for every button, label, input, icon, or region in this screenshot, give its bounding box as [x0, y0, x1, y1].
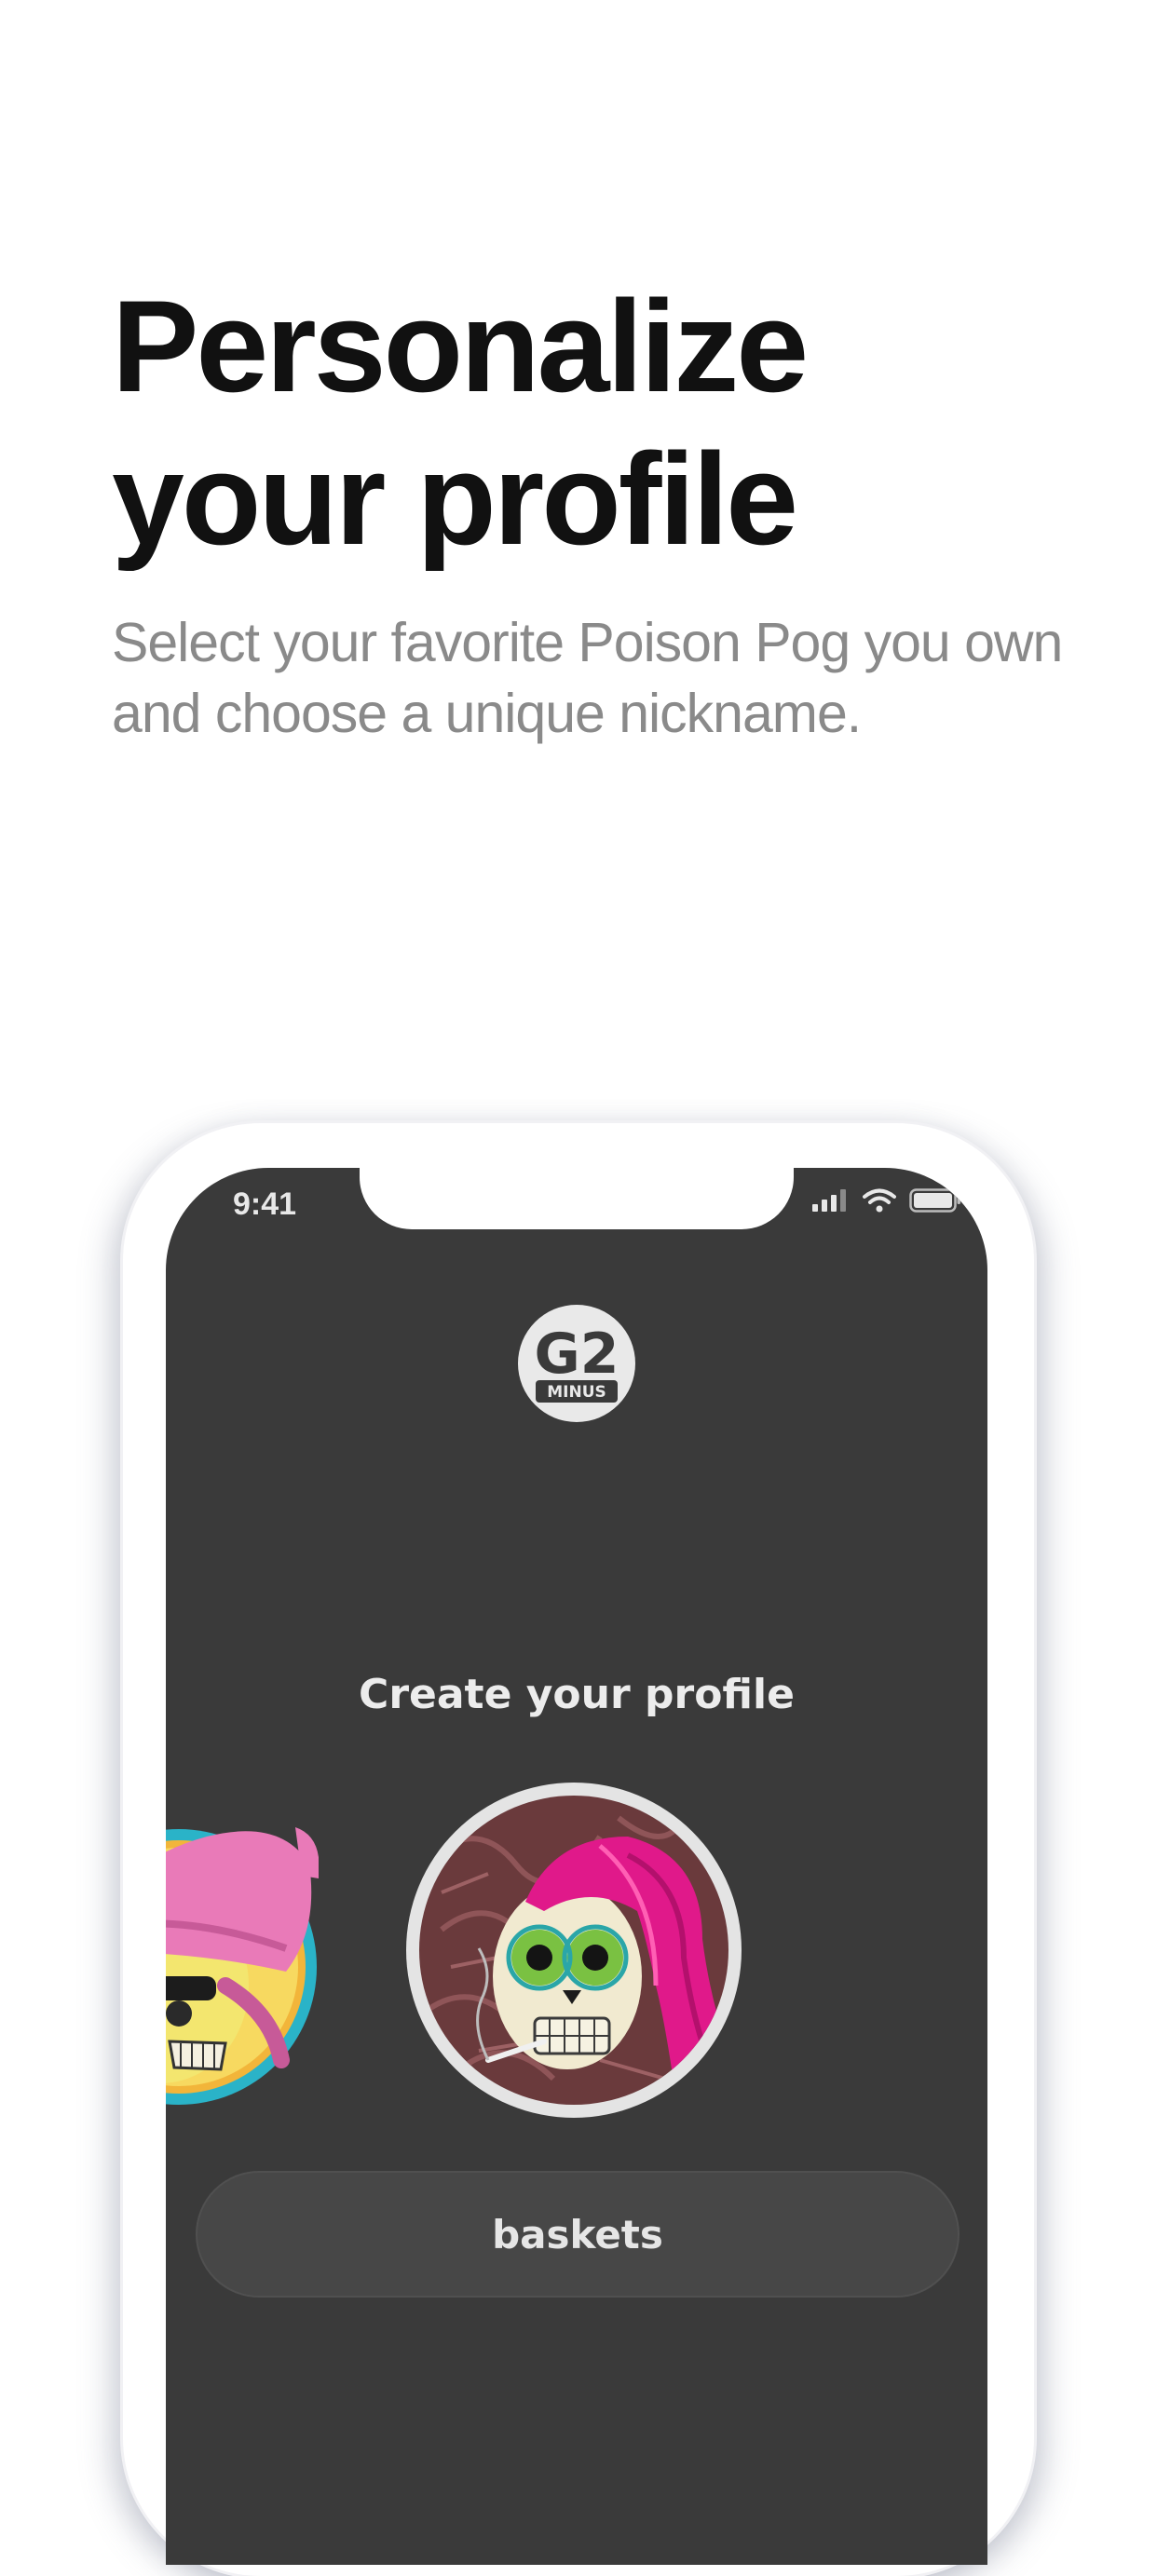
phone-screen: 9:41 G2 MINUS Create your profile basket… — [166, 1168, 987, 2565]
logo-minus-text: MINUS — [547, 1383, 606, 1402]
create-profile-title: Create your profile — [359, 1671, 795, 1718]
cellular-signal-icon — [812, 1189, 846, 1212]
phone-notch — [360, 1168, 794, 1229]
status-icons — [812, 1188, 961, 1213]
avatar-option-pink-hair-selected[interactable] — [404, 1781, 743, 2120]
hero-subtitle: Select your favorite Poison Pog you own … — [112, 612, 1063, 744]
battery-icon — [909, 1188, 960, 1213]
status-time: 9:41 — [233, 1186, 297, 1222]
nickname-input[interactable]: baskets — [196, 2171, 960, 2298]
hero-title: Personalize your profile — [112, 273, 809, 572]
wifi-icon — [863, 1188, 896, 1213]
avatar-option-pink-beanie[interactable] — [166, 1799, 320, 2107]
logo-g2-text: G2 — [535, 1322, 619, 1387]
g2-minus-logo: G2 MINUS — [517, 1304, 636, 1423]
